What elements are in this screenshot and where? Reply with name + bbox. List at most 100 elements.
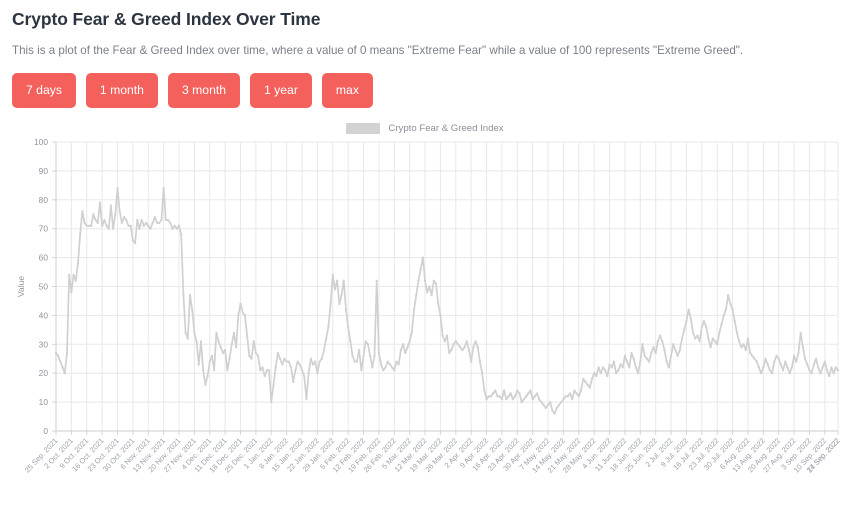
- series-point: [122, 216, 126, 219]
- series-point: [144, 222, 148, 225]
- series-point: [65, 352, 69, 355]
- series-point: [584, 381, 587, 384]
- series-point: [298, 363, 301, 366]
- series-point: [606, 375, 609, 378]
- series-point: [711, 337, 714, 340]
- series-point: [773, 360, 776, 364]
- series-point: [445, 334, 449, 338]
- series-point: [307, 372, 310, 375]
- fear-greed-chart: Crypto Fear & Greed Index 0 10 20 30 40 50 60 7…: [10, 120, 840, 492]
- series-point: [735, 331, 739, 335]
- series-point: [406, 346, 409, 349]
- series-point: [830, 366, 833, 369]
- series-point: [716, 343, 719, 346]
- series-point: [248, 355, 251, 358]
- series-point: [467, 349, 471, 352]
- series-point: [285, 360, 288, 364]
- series-point: [213, 369, 216, 372]
- series-point: [355, 360, 359, 364]
- series-point: [136, 219, 139, 222]
- series-point: [786, 366, 789, 369]
- series-point: [164, 219, 167, 222]
- series-point: [90, 224, 93, 228]
- series-point: [597, 366, 600, 369]
- series-point: [601, 366, 605, 369]
- series-point: [663, 349, 666, 352]
- series-point: [669, 355, 673, 358]
- series-point: [347, 326, 350, 329]
- series-point: [316, 372, 319, 375]
- series-point: [643, 355, 646, 358]
- series-point: [138, 227, 141, 231]
- series-point: [685, 320, 688, 323]
- y-axis-title: Value: [16, 276, 26, 298]
- series-point: [254, 352, 258, 355]
- series-point: [243, 314, 247, 317]
- series-point: [151, 222, 154, 225]
- series-point: [309, 357, 312, 361]
- series-point: [720, 323, 723, 326]
- series-point: [100, 224, 104, 228]
- series-point: [645, 357, 649, 361]
- range-button-3-month[interactable]: 3 month: [167, 73, 241, 109]
- series-point: [832, 372, 835, 375]
- series-point: [718, 331, 721, 335]
- series-point: [116, 187, 119, 190]
- series-point: [590, 378, 594, 381]
- y-axis-tick-labels: 0 10 20 30 40 50 60 70 80 90 100: [34, 137, 48, 436]
- series-point: [94, 219, 97, 222]
- series-point: [781, 369, 785, 372]
- series-point: [215, 331, 218, 335]
- series-point: [555, 407, 558, 410]
- series-point: [621, 366, 624, 369]
- series-point: [237, 314, 240, 317]
- series-point: [812, 363, 815, 366]
- series-point: [74, 279, 77, 283]
- series-point: [432, 279, 435, 283]
- series-point: [656, 340, 660, 343]
- x-axis-tick-labels: 25 Sep. 20212 Oct. 20219 Oct. 202116 Oct…: [23, 437, 840, 476]
- series-point: [731, 308, 734, 312]
- series-point: [103, 219, 106, 222]
- range-button-1-month[interactable]: 1 month: [85, 73, 158, 109]
- series-point: [465, 340, 468, 343]
- series-point: [434, 282, 438, 286]
- series-point: [775, 355, 778, 358]
- series-point: [338, 302, 341, 306]
- range-button-7-days[interactable]: 7 days: [12, 73, 76, 109]
- series-point: [511, 398, 515, 401]
- series-point: [630, 352, 633, 355]
- series-point: [105, 224, 108, 228]
- series-point: [357, 349, 361, 352]
- series-point: [801, 346, 804, 349]
- series-point: [322, 349, 326, 352]
- series-point: [709, 346, 712, 349]
- series-point: [687, 308, 690, 312]
- series-point: [63, 372, 66, 375]
- series-point: [593, 372, 596, 375]
- series-point: [344, 308, 348, 312]
- series-point: [76, 262, 80, 265]
- series-point: [366, 343, 370, 346]
- series-point: [217, 340, 220, 343]
- series-point: [524, 395, 528, 398]
- series-point: [364, 340, 367, 343]
- series-point: [571, 398, 574, 401]
- series-point: [821, 366, 824, 369]
- series-point: [454, 340, 457, 343]
- series-point: [362, 355, 365, 358]
- series-point: [806, 363, 809, 366]
- series-point: [634, 366, 638, 369]
- series-point: [404, 352, 407, 355]
- series-point: [111, 227, 115, 231]
- series-point: [303, 375, 306, 378]
- series-point: [568, 392, 572, 395]
- series-point: [742, 343, 745, 346]
- range-button-max[interactable]: max: [321, 73, 373, 109]
- series-point: [318, 360, 321, 364]
- series-point: [795, 360, 798, 364]
- series-point: [694, 337, 697, 340]
- series-point: [516, 389, 519, 392]
- range-button-1-year[interactable]: 1 year: [250, 73, 312, 109]
- series-point: [461, 349, 464, 352]
